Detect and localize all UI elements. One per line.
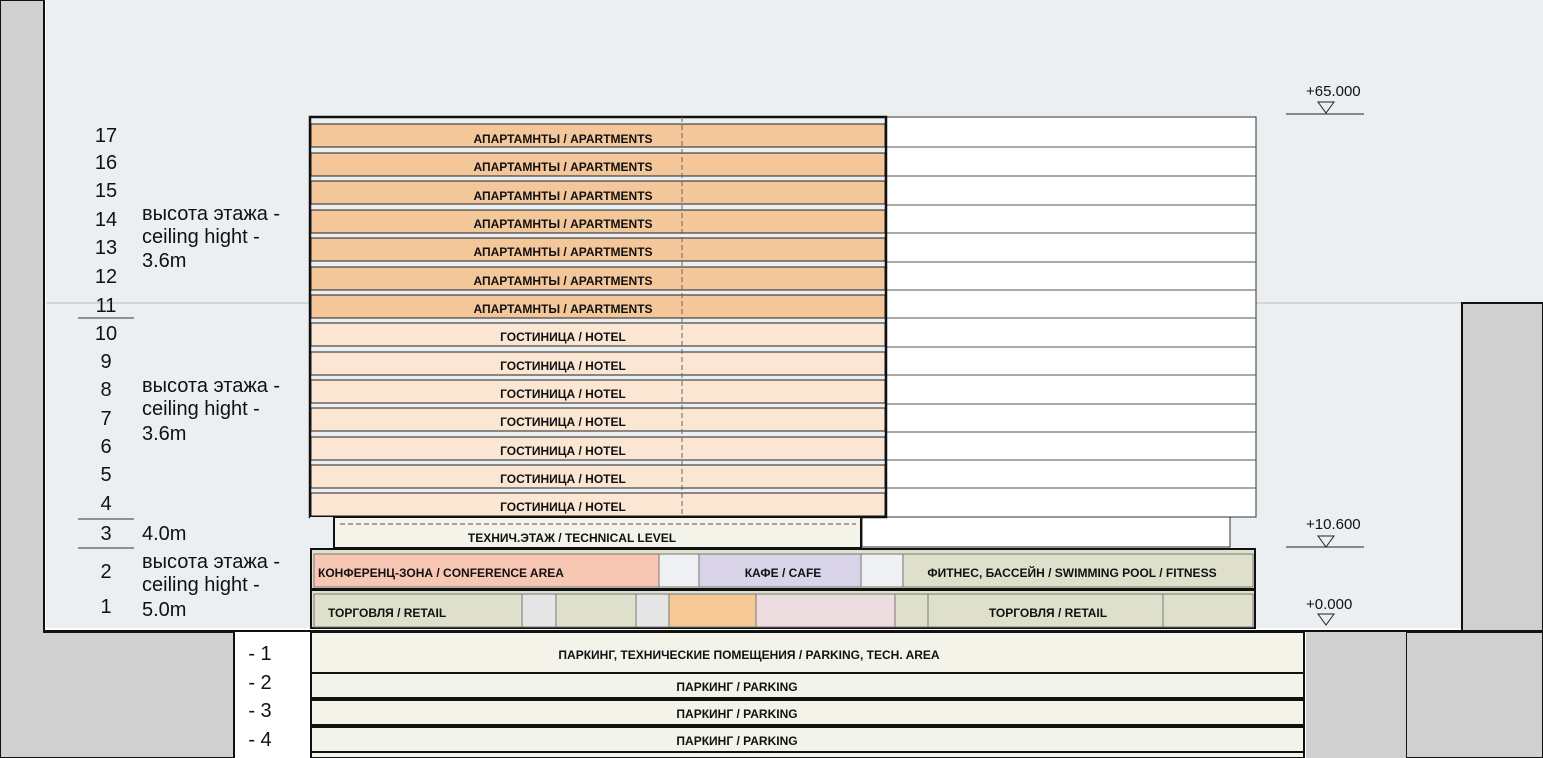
floor-number: - 4 xyxy=(248,729,271,751)
zone-label: ГОСТИНИЦА / HOTEL xyxy=(500,387,626,401)
zone-label: ПАРКИНГ / PARKING xyxy=(676,734,797,748)
height-note-technical: 4.0m xyxy=(142,523,186,545)
apartments-block: АПАРТАМНТЫ / APARTMENTS АПАРТАМНТЫ / APA… xyxy=(310,123,886,319)
zone-label: ПАРКИНГ / PARKING xyxy=(676,707,797,721)
floor-number: 9 xyxy=(100,351,111,373)
floor-number: 16 xyxy=(95,152,117,174)
zone-label: АПАРТАМНТЫ / APARTMENTS xyxy=(473,132,652,146)
tower-right-wing xyxy=(861,116,1257,548)
floor-number: 7 xyxy=(100,408,111,430)
floor-number: 14 xyxy=(95,209,117,231)
floor-number: 12 xyxy=(95,266,117,288)
zone-label: АПАРТАМНТЫ / APARTMENTS xyxy=(473,217,652,231)
zone-label: ПАРКИНГ / PARKING xyxy=(676,680,797,694)
zone-label: ГОСТИНИЦА / HOTEL xyxy=(500,444,626,458)
section-diagram: АПАРТАМНТЫ / APARTMENTS АПАРТАМНТЫ / APA… xyxy=(0,0,1543,758)
floor-number: 17 xyxy=(95,125,117,147)
floor-1-retail: ТОРГОВЛЯ / RETAIL ТОРГОВЛЯ / RETAIL xyxy=(310,589,1256,629)
height-note-line: 5.0m xyxy=(142,599,186,621)
zone-label: АПАРТАМНТЫ / APARTMENTS xyxy=(473,302,652,316)
height-note-line: высота этажа - xyxy=(142,375,280,397)
floor-number: 6 xyxy=(100,436,111,458)
zone-label: ГОСТИНИЦА / HOTEL xyxy=(500,415,626,429)
floor-number: 10 xyxy=(95,323,117,345)
elevation-label: +10.600 xyxy=(1306,516,1361,533)
height-note-line: высота этажа - xyxy=(142,551,280,573)
elevation-label: +65.000 xyxy=(1306,83,1361,100)
zone-label: ПАРКИНГ, ТЕХНИЧЕСКИЕ ПОМЕЩЕНИЯ / PARKING… xyxy=(558,648,939,662)
floor-number: 13 xyxy=(95,237,117,259)
height-note-line: 3.6m xyxy=(142,423,186,445)
floor-number: - 1 xyxy=(248,643,271,665)
height-note-line: 3.6m xyxy=(142,250,186,272)
zone-label: ГОСТИНИЦА / HOTEL xyxy=(500,472,626,486)
height-note-line: ceiling hight - xyxy=(142,574,260,596)
zone-label: АПАРТАМНТЫ / APARTMENTS xyxy=(473,274,652,288)
height-note-line: ceiling hight - xyxy=(142,398,260,420)
zone-label: ФИТНЕС, БАССЕЙН / SWIMMING POOL / FITNES… xyxy=(927,565,1216,580)
building-section-svg: АПАРТАМНТЫ / APARTMENTS АПАРТАМНТЫ / APA… xyxy=(0,0,1543,758)
floor-number: - 2 xyxy=(248,672,271,694)
underground-parking: ПАРКИНГ, ТЕХНИЧЕСКИЕ ПОМЕЩЕНИЯ / PARKING… xyxy=(310,631,1305,758)
floor-number: 11 xyxy=(96,295,117,317)
floor-number: 4 xyxy=(100,493,111,515)
floor-number: 5 xyxy=(100,464,111,486)
technical-level: ТЕХНИЧ.ЭТАЖ / TECHNICAL LEVEL xyxy=(310,516,862,549)
zone-label: ГОСТИНИЦА / HOTEL xyxy=(500,500,626,514)
floor-2-podium: КОНФЕРЕНЦ-ЗОНА / CONFERENCE AREA КАФЕ / … xyxy=(310,548,1256,590)
zone-label: ТЕХНИЧ.ЭТАЖ / TECHNICAL LEVEL xyxy=(468,531,676,545)
zone-label: ТОРГОВЛЯ / RETAIL xyxy=(328,606,446,620)
height-note-line: высота этажа - xyxy=(142,203,280,225)
elevation-label: +0.000 xyxy=(1306,596,1352,613)
floor-number: - 3 xyxy=(248,700,271,722)
hotel-block: ГОСТИНИЦА / HOTEL ГОСТИНИЦА / HOTEL ГОСТ… xyxy=(310,322,886,517)
height-note-line: ceiling hight - xyxy=(142,226,260,248)
floor-number: 1 xyxy=(100,596,111,618)
zone-label: АПАРТАМНТЫ / APARTMENTS xyxy=(473,160,652,174)
ground-right-low xyxy=(1405,631,1543,758)
neighbor-building-right xyxy=(1461,302,1543,632)
zone-label: ТОРГОВЛЯ / RETAIL xyxy=(989,606,1107,620)
zone-label: ГОСТИНИЦА / HOTEL xyxy=(500,359,626,373)
floor-number: 3 xyxy=(100,523,111,545)
zone-label: ГОСТИНИЦА / HOTEL xyxy=(500,330,626,344)
floor-number: 2 xyxy=(100,561,111,583)
floor-number: 8 xyxy=(100,379,111,401)
ground-right-mid xyxy=(1306,632,1406,758)
floor-number: 15 xyxy=(95,180,117,202)
zone-label: КАФЕ / CAFE xyxy=(745,566,822,580)
zone-label: КОНФЕРЕНЦ-ЗОНА / CONFERENCE AREA xyxy=(318,566,564,580)
zone-label: АПАРТАМНТЫ / APARTMENTS xyxy=(473,189,652,203)
zone-label: АПАРТАМНТЫ / APARTMENTS xyxy=(473,245,652,259)
